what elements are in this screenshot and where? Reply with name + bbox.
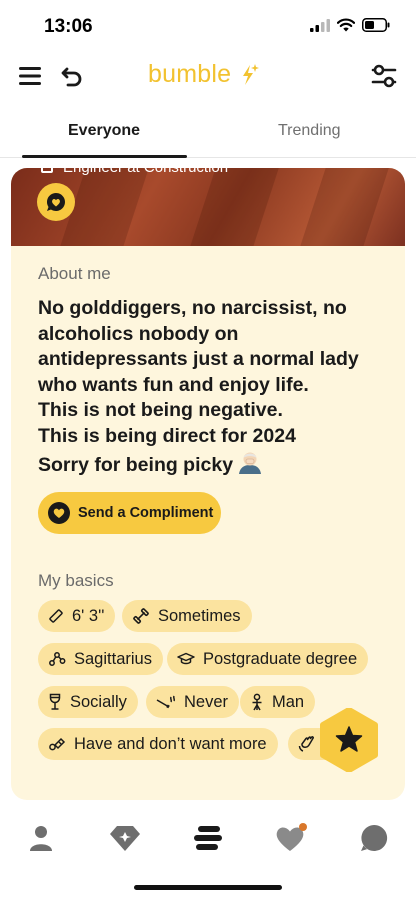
hamburger-menu-icon <box>19 67 41 85</box>
home-indicator <box>134 885 282 890</box>
status-bar: 13:06 <box>0 0 416 50</box>
undo-icon <box>61 67 82 87</box>
about-me-body: No golddiggers, no narcissist, no alcoho… <box>38 297 359 476</box>
basic-chip-label: Sometimes <box>158 606 241 625</box>
basic-chip-education: Postgraduate degree <box>167 643 369 675</box>
wine-glass-icon <box>49 693 61 710</box>
pacifier-icon <box>49 737 66 751</box>
my-basics-heading: My basics <box>38 571 114 590</box>
graduation-cap-icon <box>177 652 195 665</box>
status-icons <box>310 18 390 32</box>
filters-icon <box>371 64 397 88</box>
status-time: 13:06 <box>44 16 93 37</box>
sparkle-bolt-icon <box>243 63 260 85</box>
ruler-icon <box>49 609 63 623</box>
about-me-heading: About me <box>38 264 111 283</box>
basic-chip-children: Have and don’t want more <box>38 728 278 760</box>
basic-chip-gender: Man <box>240 686 316 718</box>
waving-hand-icon <box>298 736 314 752</box>
app-header: bumble <box>0 56 416 96</box>
dumbbell-icon <box>133 608 149 624</box>
basic-chip-smoking: Never <box>146 686 240 718</box>
profile-icon <box>30 826 52 851</box>
bumble-logo: bumble <box>148 60 261 89</box>
person-facepalm-emoji-icon <box>239 452 262 474</box>
gender-icon <box>252 693 262 711</box>
nav-profile[interactable] <box>23 820 59 856</box>
profile-photo: Engineer at Construction <box>11 168 405 246</box>
send-compliment-button[interactable]: Send a Compliment <box>38 492 221 534</box>
briefcase-icon <box>41 168 53 173</box>
nav-chats[interactable] <box>356 820 392 856</box>
about-me-text: No golddiggers, no narcissist, no alcoho… <box>38 296 388 478</box>
feed-tabs: Everyone Trending <box>0 112 416 158</box>
basic-chip-exercise: Sometimes <box>122 600 252 632</box>
cigarette-icon <box>156 695 176 709</box>
basic-chip-label: Postgraduate degree <box>203 649 358 668</box>
logo-text: bumble <box>148 60 232 88</box>
compliment-heart-icon <box>48 502 70 524</box>
send-compliment-label: Send a Compliment <box>78 505 214 521</box>
cellular-signal-icon <box>310 18 330 32</box>
basic-chip-zodiac: Sagittarius <box>38 643 163 675</box>
basic-chip-label: Never <box>184 692 229 711</box>
likes-heart-icon <box>276 823 307 851</box>
menu-button[interactable] <box>14 60 46 92</box>
bottom-nav <box>0 808 416 868</box>
basic-chip-label: Socially <box>70 692 127 711</box>
photo-compliment-button[interactable] <box>37 183 75 221</box>
zodiac-icon <box>49 652 66 666</box>
tab-trending[interactable]: Trending <box>278 122 341 140</box>
basic-chip-height: 6' 3'' <box>38 600 116 632</box>
bumble-stack-icon <box>194 826 222 850</box>
tab-everyone[interactable]: Everyone <box>68 122 140 140</box>
active-tab-indicator <box>22 155 187 158</box>
nav-likes[interactable] <box>273 820 309 856</box>
nav-discover[interactable] <box>190 820 226 856</box>
basic-chip-label: Have and don’t want more <box>74 734 267 753</box>
basic-chip-label: 6' 3'' <box>72 606 105 625</box>
profile-card[interactable]: Engineer at Construction About me No gol… <box>11 168 405 800</box>
nav-premium[interactable] <box>107 820 143 856</box>
compliment-chat-icon <box>46 192 65 211</box>
job-title: Engineer at Construction <box>63 168 228 176</box>
superswipe-button[interactable] <box>318 707 380 773</box>
wifi-icon <box>337 18 355 32</box>
diamond-icon <box>110 826 140 851</box>
undo-button[interactable] <box>56 60 88 92</box>
basic-chip-label: Man <box>272 692 305 711</box>
battery-icon <box>362 18 390 32</box>
filters-button[interactable] <box>368 60 400 92</box>
basic-chip-drinking: Socially <box>38 686 138 718</box>
basic-chip-label: Sagittarius <box>74 649 152 668</box>
chat-bubble-icon <box>361 824 388 851</box>
